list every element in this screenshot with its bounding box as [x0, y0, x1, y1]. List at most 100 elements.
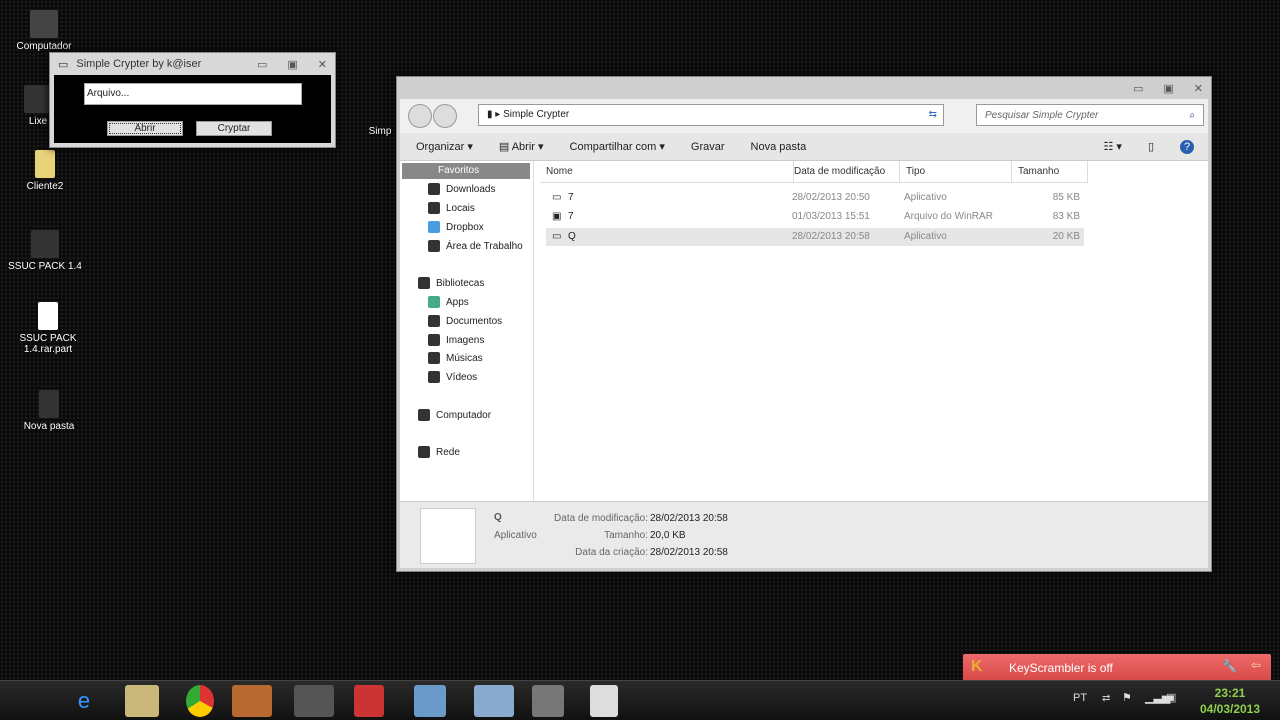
nav-dropbox[interactable]: Dropbox — [428, 219, 484, 235]
nav-locais[interactable]: Locais — [428, 200, 475, 216]
taskbar-app-icon[interactable] — [294, 685, 334, 717]
file-icon — [38, 302, 58, 330]
nav-images[interactable]: Imagens — [428, 332, 484, 348]
crypter-window: ▭ Simple Crypter by k@iser ▭ ▣ ✕ Arquivo...… — [49, 52, 336, 148]
nav-libraries[interactable]: Bibliotecas — [418, 275, 484, 291]
winrar-icon: ▣ — [552, 211, 562, 222]
forward-button[interactable] — [433, 104, 457, 128]
back-button[interactable] — [408, 104, 432, 128]
column-name[interactable]: Nome — [540, 161, 794, 183]
computer-icon — [418, 409, 430, 421]
taskbar-ie-icon[interactable]: e — [64, 685, 104, 717]
network-icon — [418, 446, 430, 458]
arrow-left-icon[interactable]: ⇦ — [1251, 658, 1261, 672]
file-thumbnail-icon — [420, 508, 476, 564]
nav-network[interactable]: Rede — [418, 444, 460, 460]
column-date[interactable]: Data de modificação — [788, 161, 900, 183]
minimize-button[interactable]: ▭ — [1133, 82, 1143, 95]
close-button[interactable]: ✕ — [1194, 82, 1203, 95]
refresh-icon[interactable]: ⇆ — [929, 109, 937, 120]
taskbar-app-icon[interactable] — [532, 685, 564, 717]
nav-videos[interactable]: Vídeos — [428, 369, 477, 385]
downloads-icon — [428, 183, 440, 195]
desktop-icon — [428, 240, 440, 252]
rar-icon — [31, 230, 59, 258]
folder-icon — [39, 390, 59, 418]
computer-icon — [30, 10, 58, 38]
address-bar[interactable]: ▮ ▸ Simple Crypter ⇆ — [478, 104, 944, 126]
folder-icon — [35, 150, 55, 178]
file-row[interactable]: ▣ 7 01/03/2013 15:51 Arquivo do WinRAR 83 KB — [546, 208, 1084, 226]
dropbox-icon — [428, 221, 440, 233]
nav-desktop[interactable]: Área de Trabalho — [428, 238, 523, 254]
desktop-icon-ssuc-pack[interactable]: SSUC PACK 1.4 — [5, 230, 85, 272]
close-button[interactable]: ✕ — [318, 58, 327, 71]
trash-icon — [24, 85, 52, 113]
keyscrambler-notification[interactable]: K KeyScrambler is off 🔧 ⇦ — [963, 654, 1271, 681]
folder-icon: ▮ ▸ — [487, 109, 504, 120]
preview-pane-icon[interactable]: ▯ — [1148, 140, 1154, 153]
crypter-body: Arquivo... Abrir Cryptar — [54, 75, 331, 143]
desktop-icon-ssuc-part[interactable]: SSUC PACK 1.4.rar.part — [8, 302, 88, 355]
explorer-titlebar[interactable]: ▭ ▣ ✕ — [397, 77, 1211, 99]
file-row-selected[interactable]: ▭ Q 28/02/2013 20:58 Aplicativo 20 KB — [546, 228, 1084, 246]
minimize-button[interactable]: ▭ — [257, 58, 267, 71]
power-icon[interactable]: ▣ — [1166, 691, 1176, 704]
help-icon[interactable]: ? — [1180, 139, 1194, 154]
documents-icon — [428, 315, 440, 327]
apps-icon — [428, 296, 440, 308]
language-indicator[interactable]: PT — [1073, 692, 1087, 704]
file-field[interactable]: Arquivo... — [84, 83, 302, 105]
nav-apps[interactable]: Apps — [428, 294, 469, 310]
music-icon — [428, 352, 440, 364]
app-icon: ▭ — [552, 192, 562, 203]
taskbar-firefox-icon[interactable] — [232, 685, 272, 717]
toolbar: Organizar ▾ ▤ Abrir ▾ Compartilhar com ▾… — [400, 133, 1208, 161]
explorer-window: ▭ ▣ ✕ ▮ ▸ Simple Crypter ⇆ Pesquisar Simple… — [396, 76, 1212, 572]
file-list: Nome Data de modificação Tipo Tamanho ▭ 7… — [534, 161, 1208, 501]
nav-computer[interactable]: Computador — [418, 407, 491, 423]
navigation-pane: Favoritos Downloads Locais Dropbox Área … — [400, 161, 534, 501]
crypt-button[interactable]: Cryptar — [196, 121, 272, 136]
desktop-icon-simp[interactable]: Simp — [360, 126, 400, 137]
search-input[interactable]: Pesquisar Simple Crypter ⌕ — [976, 104, 1204, 126]
taskbar-users-icon[interactable] — [414, 685, 446, 717]
taskbar-app-icon[interactable] — [474, 685, 514, 717]
file-row[interactable]: ▭ 7 28/02/2013 20:50 Aplicativo 85 KB — [546, 189, 1084, 207]
wrench-icon[interactable]: 🔧 — [1222, 659, 1237, 673]
nav-downloads[interactable]: Downloads — [428, 181, 495, 197]
videos-icon — [428, 371, 440, 383]
tray-network-icon[interactable]: ⇄ — [1102, 693, 1110, 704]
column-size[interactable]: Tamanho — [1012, 161, 1088, 183]
taskbar-chrome-icon[interactable] — [186, 685, 214, 717]
nav-documents[interactable]: Documentos — [428, 313, 502, 329]
clock[interactable]: 23:21 04/03/2013 — [1190, 685, 1270, 717]
open-button[interactable]: Abrir — [107, 121, 183, 136]
new-folder-button[interactable]: Nova pasta — [751, 141, 807, 153]
view-options-icon[interactable]: ☷ ▾ — [1103, 140, 1121, 153]
desktop-icon-nova-pasta[interactable]: Nova pasta — [9, 390, 89, 432]
organize-button[interactable]: Organizar ▾ — [416, 140, 473, 153]
column-type[interactable]: Tipo — [900, 161, 1012, 183]
crypter-titlebar[interactable]: ▭ Simple Crypter by k@iser ▭ ▣ ✕ — [50, 53, 335, 75]
taskbar-app-icon[interactable] — [354, 685, 384, 717]
desktop-icon-computer[interactable]: Computador — [4, 10, 84, 52]
libraries-icon — [418, 277, 430, 289]
taskbar-crypter-icon[interactable] — [590, 685, 618, 717]
maximize-button[interactable]: ▣ — [1163, 82, 1173, 95]
images-icon — [428, 334, 440, 346]
maximize-button[interactable]: ▣ — [287, 58, 297, 71]
burn-button[interactable]: Gravar — [691, 141, 725, 153]
share-button[interactable]: Compartilhar com ▾ — [570, 140, 665, 153]
nav-favorites[interactable]: Favoritos — [402, 163, 530, 179]
nav-music[interactable]: Músicas — [428, 350, 483, 366]
taskbar-explorer-icon[interactable] — [125, 685, 159, 717]
start-button[interactable] — [6, 685, 46, 717]
open-button[interactable]: ▤ Abrir ▾ — [499, 140, 544, 153]
keyscrambler-logo-icon: K — [971, 658, 983, 675]
app-icon: ▭ — [58, 58, 69, 71]
places-icon — [428, 202, 440, 214]
action-center-flag-icon[interactable]: ⚑ — [1122, 691, 1132, 704]
search-icon[interactable]: ⌕ — [1189, 110, 1195, 121]
desktop-icon-cliente2[interactable]: Cliente2 — [5, 150, 85, 192]
